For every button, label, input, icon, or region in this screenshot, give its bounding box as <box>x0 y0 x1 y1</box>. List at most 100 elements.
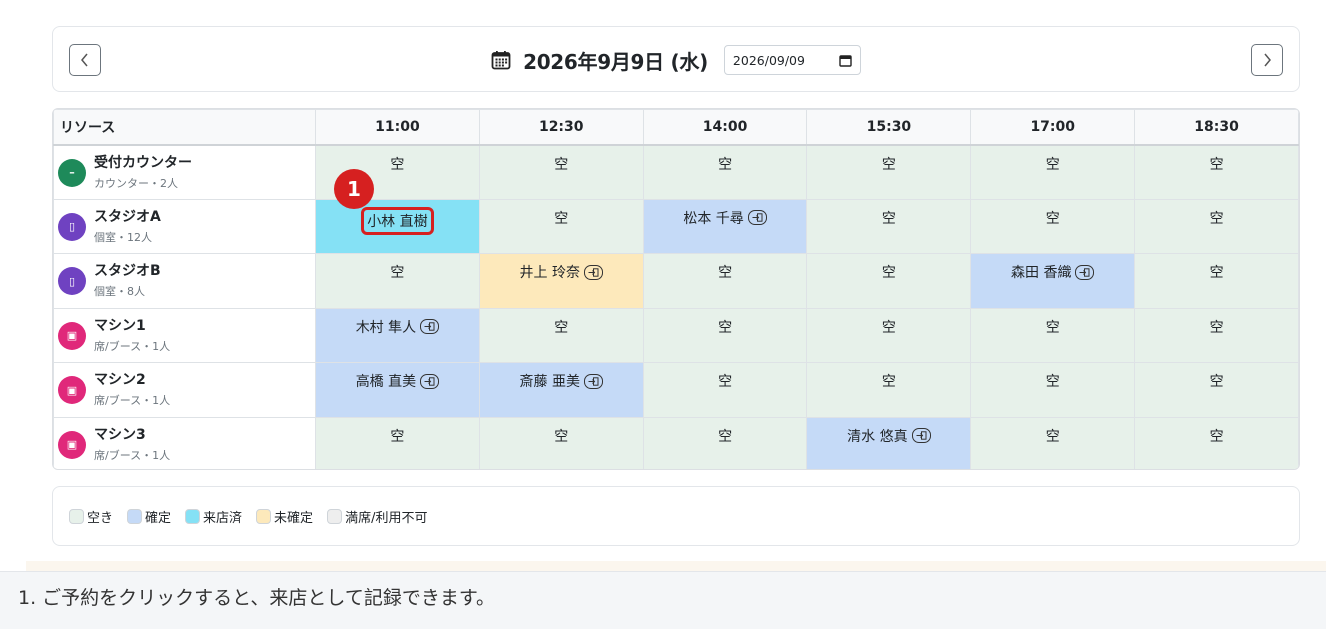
slot-label: 空 <box>718 156 733 173</box>
slot-label: 空 <box>1045 428 1060 445</box>
empty-slot[interactable]: 空 <box>970 144 1136 200</box>
reservation-slot[interactable]: 小林 直樹 <box>315 198 480 254</box>
calendar-picker-icon[interactable] <box>839 54 852 67</box>
resource-detail: 個室・12人 <box>94 230 152 244</box>
resource-name: スタジオA <box>94 208 161 225</box>
empty-slot[interactable]: 空 <box>642 416 808 469</box>
table-row: ▯ スタジオB 個室・8人 空 井上 玲奈 空 空 森田 香織 空 <box>53 253 1299 309</box>
slot-label: 空 <box>1209 319 1224 336</box>
empty-slot[interactable]: 空 <box>970 416 1136 469</box>
slot-label: 空 <box>1045 374 1060 390</box>
resource-name: スタジオB <box>94 263 161 279</box>
slot-label: 松本 千尋 <box>683 210 744 227</box>
empty-slot[interactable]: 空 <box>642 362 808 418</box>
slot-label: 空 <box>1209 210 1224 227</box>
check-in-icon[interactable] <box>747 210 767 225</box>
empty-slot[interactable]: 空 <box>315 253 480 309</box>
empty-slot[interactable]: 空 <box>478 307 644 363</box>
reservation-slot[interactable]: 森田 香織 <box>970 253 1136 309</box>
resource-cell: – 受付カウンター カウンター・2人 <box>53 144 316 200</box>
empty-slot[interactable]: 空 <box>806 144 972 200</box>
empty-slot[interactable]: 空 <box>970 307 1136 363</box>
check-in-icon[interactable] <box>420 373 440 389</box>
slot-label: 高橋 直美 <box>355 374 417 390</box>
check-in-icon[interactable] <box>420 319 440 334</box>
slot-label: 空 <box>1209 374 1224 390</box>
reservation-slot[interactable]: 清水 悠真 <box>806 416 972 469</box>
empty-slot[interactable]: 空 <box>1134 362 1299 418</box>
resource-name: 受付カウンター <box>94 154 192 171</box>
slot-label: 空 <box>1045 319 1060 336</box>
empty-slot[interactable]: 空 <box>1134 198 1299 254</box>
empty-slot[interactable]: 空 <box>806 307 972 363</box>
legend-item: 確定 <box>127 507 171 526</box>
resource-detail: 席/ブース・1人 <box>94 394 171 407</box>
annotation-caption: 1. ご予約をクリックすると、来店として記録できます。 <box>0 571 1326 629</box>
calendar-icon <box>491 51 511 70</box>
slot-label: 空 <box>554 428 569 445</box>
slot-label: 空 <box>390 156 405 173</box>
empty-slot[interactable]: 空 <box>1134 144 1299 200</box>
empty-slot[interactable]: 空 <box>478 416 644 469</box>
slot-label: 空 <box>881 156 896 173</box>
empty-slot[interactable]: 空 <box>1134 416 1299 469</box>
slot-label: 森田 香織 <box>1011 265 1072 281</box>
seat-icon: ▣ <box>58 376 86 404</box>
resource-cell: ▣ マシン3 席/ブース・1人 <box>53 416 316 469</box>
empty-slot[interactable]: 空 <box>970 362 1136 418</box>
empty-slot[interactable]: 空 <box>315 416 480 469</box>
resource-detail: 個室・8人 <box>94 285 145 298</box>
resource-cell: ▣ マシン1 席/ブース・1人 <box>53 307 316 363</box>
resource-detail: 席/ブース・1人 <box>94 339 171 353</box>
legend-swatch <box>69 508 84 524</box>
slot-label: 空 <box>554 319 569 336</box>
empty-slot[interactable]: 空 <box>478 198 644 254</box>
empty-slot[interactable]: 空 <box>642 253 808 309</box>
slot-label: 空 <box>554 210 569 227</box>
check-in-icon[interactable] <box>1075 264 1095 280</box>
reservation-slot[interactable]: 井上 玲奈 <box>478 253 644 309</box>
date-input[interactable]: 2026/09/09 <box>723 45 861 75</box>
reservation-slot[interactable]: 高橋 直美 <box>315 362 480 418</box>
empty-slot[interactable]: 空 <box>642 144 808 200</box>
legend-item: 満席/利用不可 <box>327 507 427 526</box>
page-bottom-strip <box>26 561 1326 571</box>
door-icon: ▯ <box>58 267 86 295</box>
check-in-icon[interactable] <box>583 373 603 389</box>
check-in-icon[interactable] <box>911 428 931 443</box>
legend-label: 未確定 <box>274 510 314 526</box>
empty-slot[interactable]: 空 <box>970 198 1136 254</box>
resource-name: マシン1 <box>94 317 146 334</box>
reservation-slot[interactable]: 木村 隼人 <box>315 307 480 363</box>
slot-label: 空 <box>1209 428 1224 445</box>
legend-item: 来店済 <box>185 507 242 526</box>
legend-swatch <box>327 508 343 524</box>
table-row: ▣ マシン1 席/ブース・1人 木村 隼人 空 空 空 空 空 <box>53 307 1299 363</box>
resource-cell: ▯ スタジオB 個室・8人 <box>53 253 316 309</box>
slot-label: 斎藤 亜美 <box>519 374 580 390</box>
slot-label: 清水 悠真 <box>847 428 908 445</box>
empty-slot[interactable]: 空 <box>478 144 644 200</box>
empty-slot[interactable]: 空 <box>806 253 972 309</box>
time-header: 11:00 <box>315 109 480 146</box>
table-row: ▣ マシン2 席/ブース・1人 高橋 直美 斎藤 亜美 空 空 空 空 <box>53 362 1299 418</box>
empty-slot[interactable]: 空 <box>642 307 808 363</box>
empty-slot[interactable]: 空 <box>1134 253 1299 309</box>
legend-label: 確定 <box>145 510 172 526</box>
check-in-icon[interactable] <box>583 264 603 280</box>
table-row: ▯ スタジオA 個室・12人 小林 直樹 空 松本 千尋 空 空 空 <box>53 198 1299 254</box>
resource-name: マシン2 <box>94 372 146 388</box>
next-day-button[interactable] <box>1251 44 1283 76</box>
resource-name: マシン3 <box>94 426 146 443</box>
chevron-right-icon <box>1264 53 1271 67</box>
legend-item: 空き <box>69 507 113 526</box>
reservation-slot[interactable]: 松本 千尋 <box>642 198 808 254</box>
highlighted-reservation[interactable]: 小林 直樹 <box>361 206 434 235</box>
table-row: ▣ マシン3 席/ブース・1人 空 空 空 清水 悠真 空 空 <box>53 416 1299 469</box>
empty-slot[interactable]: 空 <box>1134 307 1299 363</box>
legend-label: 来店済 <box>203 510 243 526</box>
legend-swatch <box>256 508 272 524</box>
empty-slot[interactable]: 空 <box>806 362 972 418</box>
reservation-slot[interactable]: 斎藤 亜美 <box>478 362 644 418</box>
empty-slot[interactable]: 空 <box>806 198 972 254</box>
